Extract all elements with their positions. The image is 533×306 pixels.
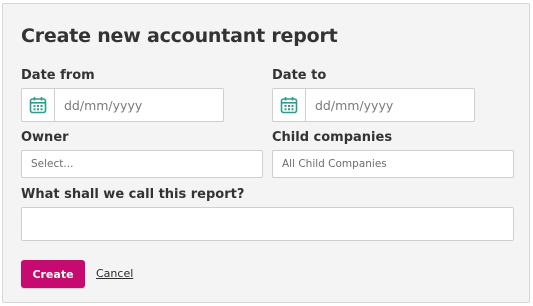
create-button[interactable]: Create [21, 260, 85, 288]
calendar-icon[interactable] [22, 89, 55, 121]
date-from-input[interactable]: dd/mm/yyyy [55, 89, 223, 121]
date-to-label: Date to [272, 68, 327, 83]
date-to-field[interactable]: dd/mm/yyyy [272, 88, 475, 122]
date-from-field[interactable]: dd/mm/yyyy [21, 88, 224, 122]
cancel-link[interactable]: Cancel [96, 267, 133, 280]
date-from-label: Date from [21, 68, 95, 83]
child-companies-select[interactable]: All Child Companies [272, 150, 514, 178]
date-to-input[interactable]: dd/mm/yyyy [306, 89, 474, 121]
calendar-icon[interactable] [273, 89, 306, 121]
child-companies-label: Child companies [272, 130, 393, 145]
owner-label: Owner [21, 130, 69, 145]
report-name-input[interactable] [21, 207, 514, 241]
report-name-label: What shall we call this report? [21, 187, 245, 202]
owner-select[interactable]: Select... [21, 150, 263, 178]
create-report-dialog: Create new accountant report Date from d… [2, 3, 530, 303]
dialog-title: Create new accountant report [21, 25, 338, 47]
